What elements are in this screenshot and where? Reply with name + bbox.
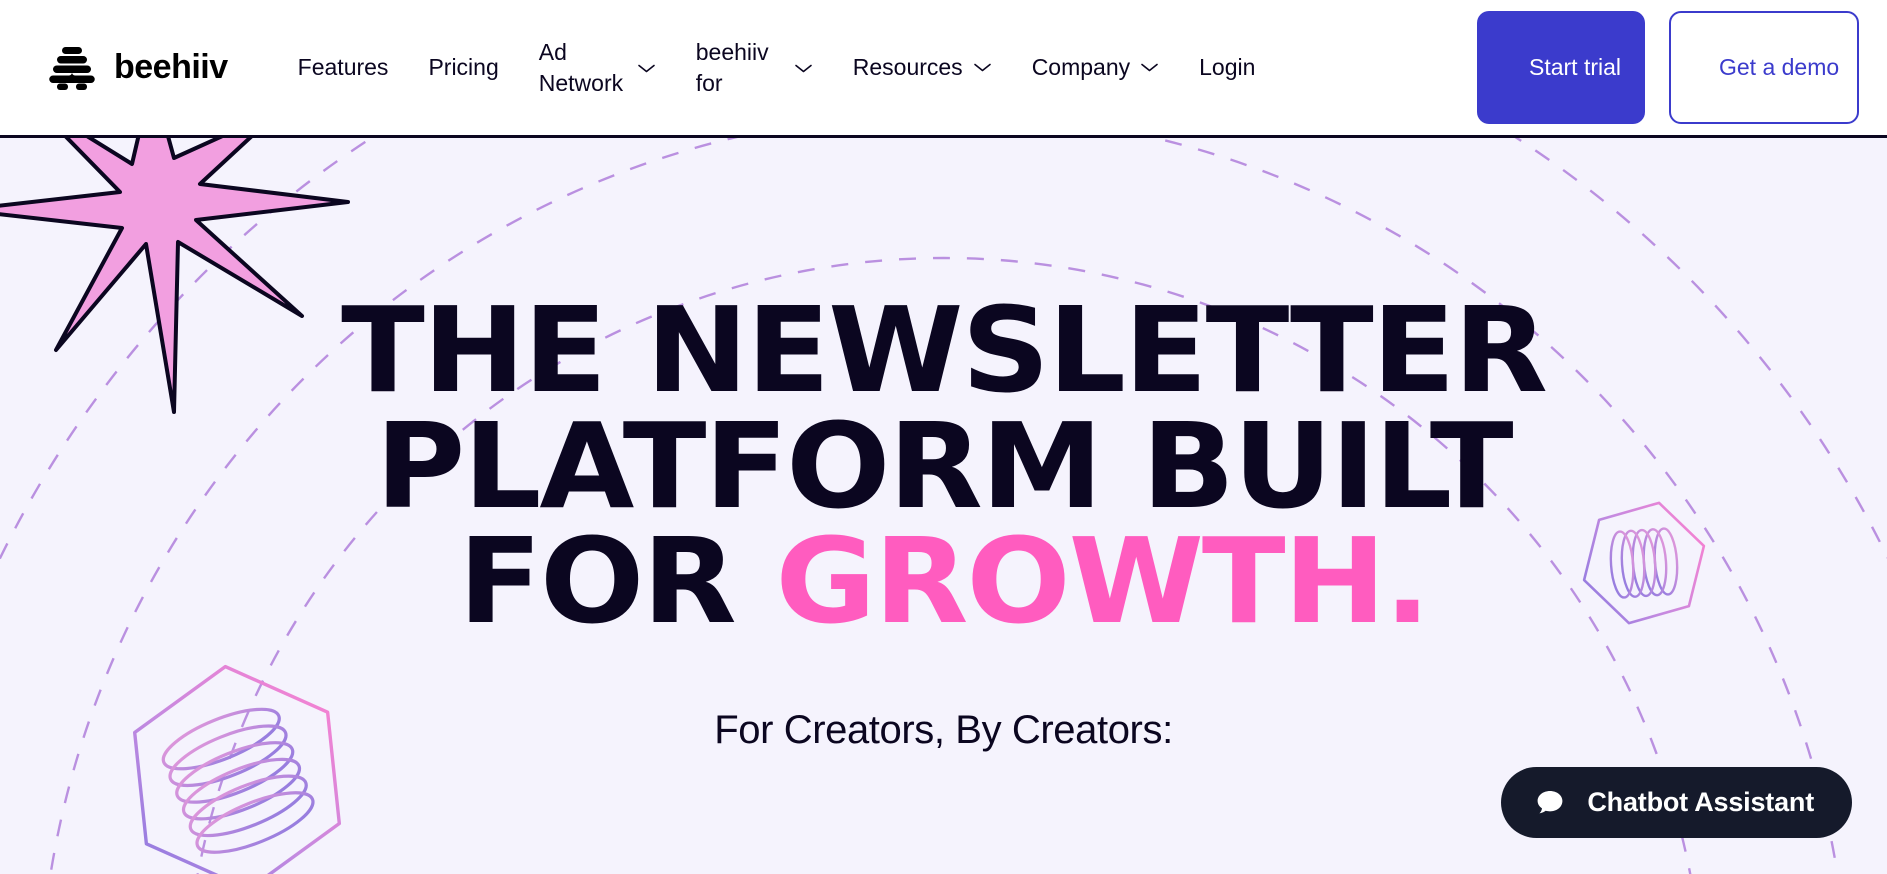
nav-label: Ad Network <box>538 39 624 96</box>
site-header: beehiiv Features Pricing Ad Network beeh… <box>0 0 1887 138</box>
nav-label: beehiiv for <box>695 39 769 96</box>
nav-item-company[interactable]: Company <box>1012 53 1179 83</box>
beehive-icon <box>48 44 96 92</box>
chevron-down-icon <box>637 62 656 74</box>
page-title: THE NEWSLETTER PLATFORM BUILT FOR GROWTH… <box>0 281 1887 640</box>
hero-subtitle: For Creators, By Creators: <box>714 707 1173 752</box>
headline-accent: GROWTH. <box>775 512 1430 651</box>
chat-bubble-icon <box>1535 788 1565 818</box>
headline-line-2: PLATFORM BUILT <box>375 396 1513 535</box>
nav-item-pricing[interactable]: Pricing <box>408 53 518 83</box>
chevron-down-icon <box>794 62 813 74</box>
nav-item-features[interactable]: Features <box>278 53 409 83</box>
headline-line-1: THE NEWSLETTER <box>341 281 1548 419</box>
start-trial-button[interactable]: Start trial <box>1477 11 1645 124</box>
nav-item-login[interactable]: Login <box>1179 53 1275 83</box>
nav-label: Login <box>1199 53 1256 80</box>
nav-item-ad-network[interactable]: Ad Network <box>519 37 676 98</box>
nav-label: Company <box>1031 53 1131 80</box>
nav-item-beehiiv-for[interactable]: beehiiv for <box>676 37 833 98</box>
header-actions: Start trial Get a demo <box>1477 11 1859 124</box>
headline-line-3: FOR GROWTH. <box>0 522 1887 640</box>
nav-label: Pricing <box>428 53 499 80</box>
nav-item-resources[interactable]: Resources <box>833 53 1012 83</box>
main-navigation: Features Pricing Ad Network beehiiv for … <box>278 37 1477 98</box>
brand-name: beehiiv <box>114 48 228 86</box>
chevron-down-icon <box>973 61 992 73</box>
chevron-down-icon <box>1140 61 1159 73</box>
hero-content: THE NEWSLETTER PLATFORM BUILT FOR GROWTH… <box>0 138 1887 753</box>
chatbot-assistant-button[interactable]: Chatbot Assistant <box>1501 767 1852 838</box>
nav-label: Features <box>297 53 389 80</box>
brand-logo[interactable]: beehiiv <box>48 44 228 92</box>
hero-section: THE NEWSLETTER PLATFORM BUILT FOR GROWTH… <box>0 138 1887 874</box>
headline-prefix: FOR <box>458 512 776 651</box>
nav-label: Resources <box>852 53 963 80</box>
chatbot-label: Chatbot Assistant <box>1587 787 1814 817</box>
get-demo-button[interactable]: Get a demo <box>1669 11 1859 124</box>
